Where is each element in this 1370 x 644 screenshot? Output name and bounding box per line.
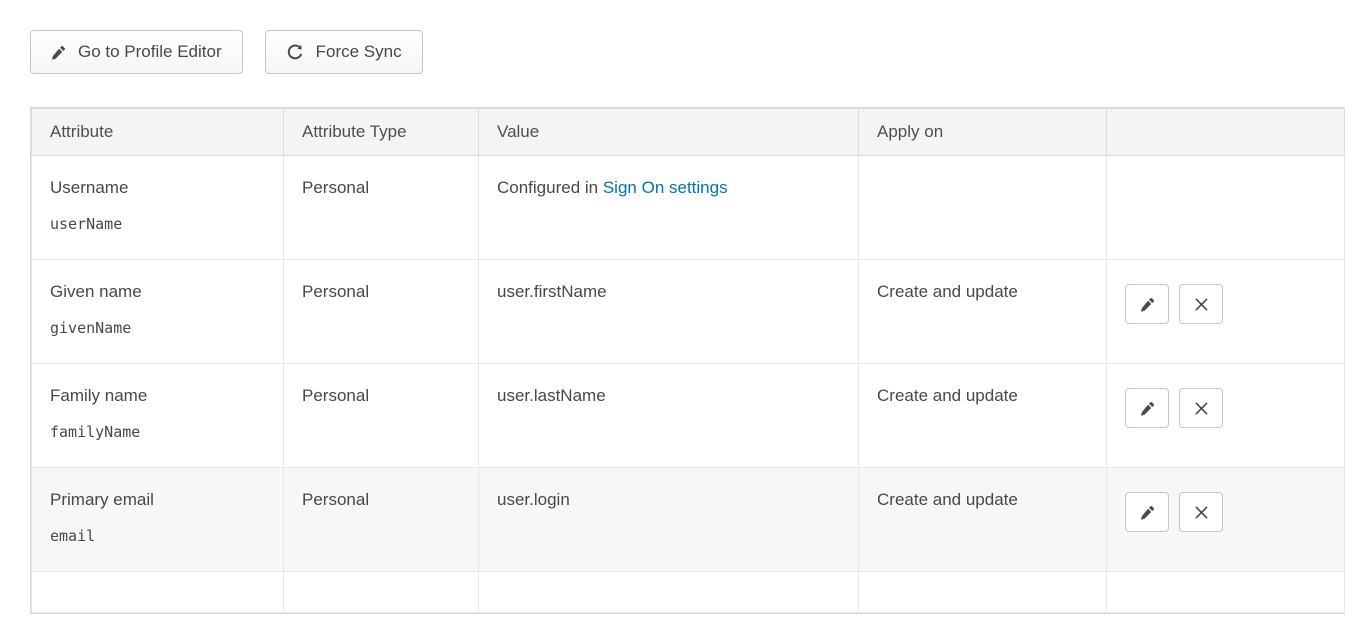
attribute-variable-name: email [50, 527, 265, 545]
refresh-icon [286, 43, 304, 61]
attribute-mappings-table: Attribute Attribute Type Value Apply on … [30, 107, 1345, 614]
edit-attribute-button[interactable] [1125, 284, 1169, 324]
edit-attribute-button[interactable] [1125, 492, 1169, 532]
attribute-label: Username [50, 178, 265, 198]
attribute-variable-name: familyName [50, 423, 265, 441]
pencil-icon [51, 45, 66, 60]
force-sync-button[interactable]: Force Sync [265, 30, 423, 74]
attribute-cell: Given name givenName [32, 260, 284, 364]
pencil-icon [1140, 505, 1155, 520]
remove-attribute-button[interactable] [1179, 492, 1223, 532]
close-icon [1194, 401, 1209, 416]
pencil-icon [1140, 297, 1155, 312]
remove-attribute-button[interactable] [1179, 284, 1223, 324]
sign-on-settings-link[interactable]: Sign On settings [603, 178, 728, 197]
apply-on-cell: Create and update [859, 260, 1107, 364]
remove-attribute-button[interactable] [1179, 388, 1223, 428]
attribute-label: Primary email [50, 490, 265, 510]
attribute-type-cell: Personal [284, 260, 479, 364]
value-cell: Configured in Sign On settings [479, 156, 859, 260]
actions-cell [1107, 156, 1345, 260]
value-cell: user.lastName [479, 364, 859, 468]
table-row-primary-email: Primary email email Personal user.login … [32, 468, 1345, 572]
attribute-label: Given name [50, 282, 265, 302]
close-icon [1194, 505, 1209, 520]
column-header-apply-on: Apply on [859, 109, 1107, 156]
close-icon [1194, 297, 1209, 312]
value-cell: user.firstName [479, 260, 859, 364]
value-cell: user.login [479, 468, 859, 572]
attribute-type-cell: Personal [284, 468, 479, 572]
table-row-family-name: Family name familyName Personal user.las… [32, 364, 1345, 468]
apply-on-cell: Create and update [859, 468, 1107, 572]
go-to-profile-editor-label: Go to Profile Editor [78, 42, 222, 62]
attribute-cell: Primary email email [32, 468, 284, 572]
column-header-attribute: Attribute [32, 109, 284, 156]
edit-attribute-button[interactable] [1125, 388, 1169, 428]
attribute-type-cell: Personal [284, 156, 479, 260]
apply-on-cell [859, 156, 1107, 260]
value-text: Configured in [497, 178, 603, 197]
table-row-given-name: Given name givenName Personal user.first… [32, 260, 1345, 364]
apply-on-cell: Create and update [859, 364, 1107, 468]
attribute-label: Family name [50, 386, 265, 406]
force-sync-label: Force Sync [316, 42, 402, 62]
attribute-variable-name: userName [50, 215, 265, 233]
actions-cell [1107, 260, 1345, 364]
table-header-row: Attribute Attribute Type Value Apply on [32, 109, 1345, 156]
table-row-username: Username userName Personal Configured in… [32, 156, 1345, 260]
column-header-attribute-type: Attribute Type [284, 109, 479, 156]
go-to-profile-editor-button[interactable]: Go to Profile Editor [30, 30, 243, 74]
toolbar: Go to Profile Editor Force Sync [0, 0, 1370, 74]
table-row-partial [32, 572, 1345, 613]
attribute-cell: Username userName [32, 156, 284, 260]
pencil-icon [1140, 401, 1155, 416]
attribute-type-cell: Personal [284, 364, 479, 468]
attribute-cell: Family name familyName [32, 364, 284, 468]
attribute-variable-name: givenName [50, 319, 265, 337]
column-header-value: Value [479, 109, 859, 156]
actions-cell [1107, 364, 1345, 468]
column-header-actions [1107, 109, 1345, 156]
actions-cell [1107, 468, 1345, 572]
